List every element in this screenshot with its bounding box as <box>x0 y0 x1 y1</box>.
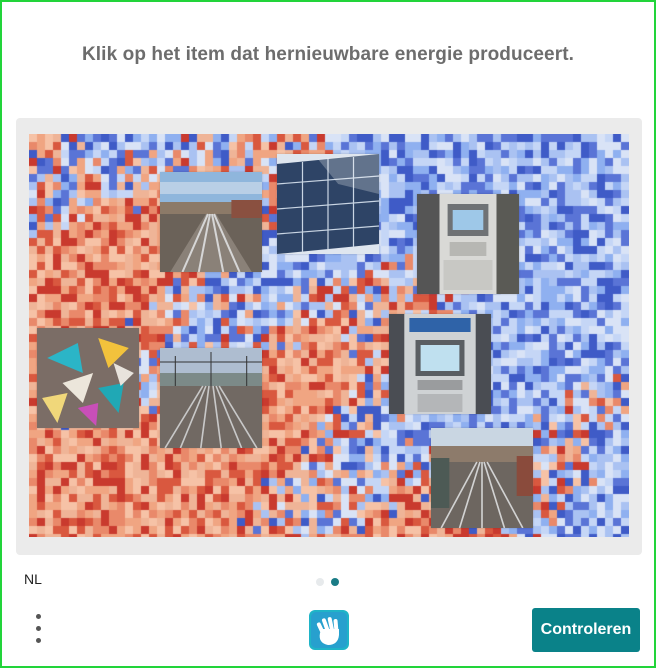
challenge-prompt: Klik op het item dat hernieuwbare energi… <box>81 44 575 65</box>
railway-station-tile[interactable] <box>431 428 533 528</box>
paper-origami-image <box>37 328 139 428</box>
vertical-dots-icon[interactable] <box>30 610 50 650</box>
verify-button[interactable]: Controleren <box>532 608 640 652</box>
atm-kiosk-tile[interactable] <box>389 314 491 414</box>
railway-tracks-tile[interactable] <box>160 172 262 272</box>
captcha-frame: Klik op het item dat hernieuwbare energi… <box>0 0 656 668</box>
page-dot-2[interactable] <box>331 578 340 586</box>
railway-tracks-image <box>160 172 262 272</box>
atm-kiosk-image <box>389 314 491 414</box>
language-selector[interactable]: NL <box>24 571 42 587</box>
pagination-dots <box>316 573 342 591</box>
paper-boats-tile[interactable] <box>37 328 139 428</box>
railway-yard-image <box>160 348 262 448</box>
page-dot-1[interactable] <box>316 578 324 586</box>
atm-machine-image <box>417 194 519 294</box>
solar-panel-image <box>277 154 379 254</box>
challenge-panel <box>16 118 642 555</box>
railway-yard-tile[interactable] <box>160 348 262 448</box>
railway-station-image <box>431 428 533 528</box>
atm-machine-tile[interactable] <box>417 194 519 294</box>
hand-logo-icon <box>306 607 352 653</box>
challenge-image-area <box>29 134 629 537</box>
solar-panel-tile[interactable] <box>277 154 379 254</box>
